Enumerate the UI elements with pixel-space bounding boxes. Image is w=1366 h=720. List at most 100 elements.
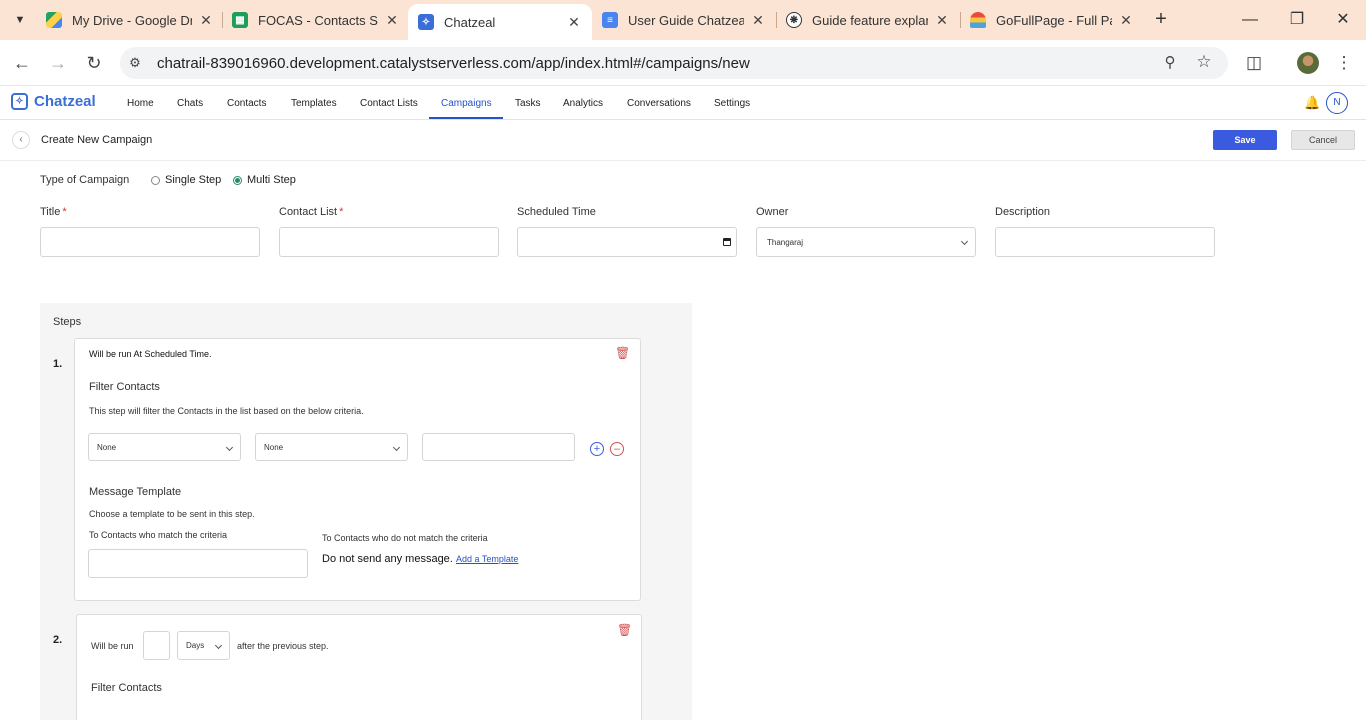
filter-description: This step will filter the Contacts in th… — [89, 406, 364, 416]
radio-button[interactable] — [151, 175, 160, 185]
trash-icon[interactable]: 🗑 — [617, 624, 632, 637]
nav-settings[interactable]: Settings — [714, 98, 750, 109]
nav-campaigns[interactable]: Campaigns — [441, 98, 492, 109]
page-title: Create New Campaign — [41, 134, 153, 146]
filter-contacts-title: Filter Contacts — [89, 381, 160, 393]
filter-field-select[interactable]: None — [88, 433, 241, 461]
radio-button-selected[interactable] — [233, 175, 242, 185]
nav-conversations[interactable]: Conversations — [627, 98, 691, 109]
nav-chats[interactable]: Chats — [177, 98, 203, 109]
nav-home[interactable]: Home — [127, 98, 154, 109]
tab-title: FOCAS - Contacts Sa — [258, 12, 378, 28]
tab-title: GoFullPage - Full Pag — [996, 12, 1112, 28]
reload-icon[interactable]: ↻ — [82, 51, 106, 75]
select-value: None — [264, 442, 284, 452]
brand-logo[interactable]: ✧ Chatzeal — [11, 93, 96, 110]
tab-title: User Guide Chatzeal — [628, 12, 744, 28]
tab-search-chevron-icon[interactable]: ▼ — [9, 9, 31, 31]
tab-title: Guide feature explan — [812, 12, 928, 28]
browser-menu-kebab-icon[interactable]: ⋮ — [1332, 51, 1356, 75]
match-template-input[interactable] — [88, 549, 308, 578]
owner-value: Thangaraj — [767, 237, 804, 247]
address-bar[interactable]: ⚙ chatrail-839016960.development.catalys… — [120, 47, 1228, 79]
browser-toolbar: ← → ↻ ⚙ chatrail-839016960.development.c… — [0, 40, 1366, 86]
owner-select[interactable]: Thangaraj — [756, 227, 976, 257]
extensions-puzzle-icon[interactable]: ◫ — [1242, 51, 1266, 75]
chevron-down-icon — [214, 641, 223, 650]
browser-tab-google-sheets[interactable]: ▦ FOCAS - Contacts Sa ✕ — [222, 4, 410, 36]
browser-tab-gofullpage[interactable]: GoFullPage - Full Pag ✕ — [960, 4, 1144, 36]
user-avatar[interactable]: N — [1326, 92, 1348, 114]
scheduled-time-input[interactable] — [517, 227, 737, 257]
browser-tab-google-drive[interactable]: My Drive - Google Dr ✕ — [36, 4, 224, 36]
chevron-down-icon — [392, 443, 401, 452]
save-button[interactable]: Save — [1213, 130, 1277, 150]
close-tab-icon[interactable]: ✕ — [384, 12, 400, 28]
calendar-icon[interactable] — [723, 238, 731, 246]
forward-arrow-icon[interactable]: → — [46, 51, 70, 75]
new-tab-icon[interactable]: + — [1150, 9, 1172, 31]
delay-unit-select[interactable]: Days — [177, 631, 230, 660]
template-description: Choose a template to be sent in this ste… — [89, 509, 255, 519]
title-input[interactable] — [40, 227, 260, 257]
title-label-text: Title — [40, 206, 61, 218]
cancel-button[interactable]: Cancel — [1291, 130, 1355, 150]
close-tab-icon[interactable]: ✕ — [198, 12, 214, 28]
step-card-2 — [76, 614, 642, 720]
active-nav-indicator — [429, 117, 503, 119]
gofullpage-icon — [970, 12, 986, 28]
select-value: Days — [186, 641, 205, 650]
filter-contacts-title: Filter Contacts — [91, 682, 162, 694]
contact-list-label: Contact List * — [279, 206, 343, 218]
description-input[interactable] — [995, 227, 1215, 257]
chatzeal-logo-icon: ✧ — [11, 93, 28, 110]
restore-window-icon[interactable]: ❐ — [1285, 8, 1309, 32]
browser-tab-chatgpt[interactable]: ❋ Guide feature explan ✕ — [776, 4, 960, 36]
site-settings-icon[interactable]: ⚙ — [124, 52, 146, 74]
minimize-window-icon[interactable]: — — [1238, 8, 1262, 32]
radio-single-step[interactable]: Single Step — [151, 174, 221, 186]
nomatch-value: Do not send any message. — [322, 553, 453, 565]
zoom-icon[interactable]: ⚲ — [1160, 53, 1180, 73]
add-filter-plus-icon[interactable]: + — [590, 442, 604, 456]
step-run-suffix: after the previous step. — [237, 641, 329, 651]
close-tab-icon[interactable]: ✕ — [1118, 12, 1134, 28]
nav-contacts[interactable]: Contacts — [227, 98, 266, 109]
browser-tab-chatzeal[interactable]: ✧ Chatzeal ✕ — [408, 4, 592, 40]
radio-label: Multi Step — [247, 174, 296, 186]
trash-icon[interactable]: 🗑 — [615, 347, 630, 360]
nav-tasks[interactable]: Tasks — [515, 98, 541, 109]
close-tab-icon[interactable]: ✕ — [566, 14, 582, 30]
radio-multi-step[interactable]: Multi Step — [233, 174, 296, 186]
url-text[interactable]: chatrail-839016960.development.catalysts… — [157, 55, 750, 72]
nav-contact-lists[interactable]: Contact Lists — [360, 98, 418, 109]
brand-name: Chatzeal — [34, 93, 96, 110]
chatgpt-icon: ❋ — [786, 12, 802, 28]
close-tab-icon[interactable]: ✕ — [750, 12, 766, 28]
back-chevron-icon[interactable]: ‹ — [12, 131, 30, 149]
required-mark: * — [62, 206, 67, 218]
contact-list-input[interactable] — [279, 227, 499, 257]
nav-templates[interactable]: Templates — [291, 98, 337, 109]
filter-operator-select[interactable]: None — [255, 433, 408, 461]
step-run-prefix: Will be run — [91, 641, 134, 651]
browser-profile-avatar[interactable] — [1297, 52, 1319, 74]
nav-analytics[interactable]: Analytics — [563, 98, 603, 109]
close-tab-icon[interactable]: ✕ — [934, 12, 950, 28]
title-label: Title * — [40, 206, 67, 218]
description-label: Description — [995, 206, 1051, 218]
chevron-down-icon — [225, 443, 234, 452]
back-arrow-icon[interactable]: ← — [10, 51, 34, 75]
remove-filter-minus-icon[interactable]: – — [610, 442, 624, 456]
close-window-icon[interactable]: ✕ — [1331, 8, 1355, 32]
delay-count-input[interactable] — [143, 631, 170, 660]
add-template-link[interactable]: Add a Template — [456, 554, 518, 564]
browser-tab-google-docs[interactable]: ≡ User Guide Chatzeal ✕ — [592, 4, 776, 36]
radio-label: Single Step — [165, 174, 222, 186]
bookmark-star-icon[interactable]: ☆ — [1194, 52, 1214, 72]
chatzeal-icon: ✧ — [418, 14, 434, 30]
notification-bell-icon[interactable]: 🔔 — [1304, 95, 1320, 111]
match-criteria-label: To Contacts who match the criteria — [89, 530, 228, 540]
filter-value-input[interactable] — [422, 433, 575, 461]
tab-title: My Drive - Google Dr — [72, 12, 192, 28]
